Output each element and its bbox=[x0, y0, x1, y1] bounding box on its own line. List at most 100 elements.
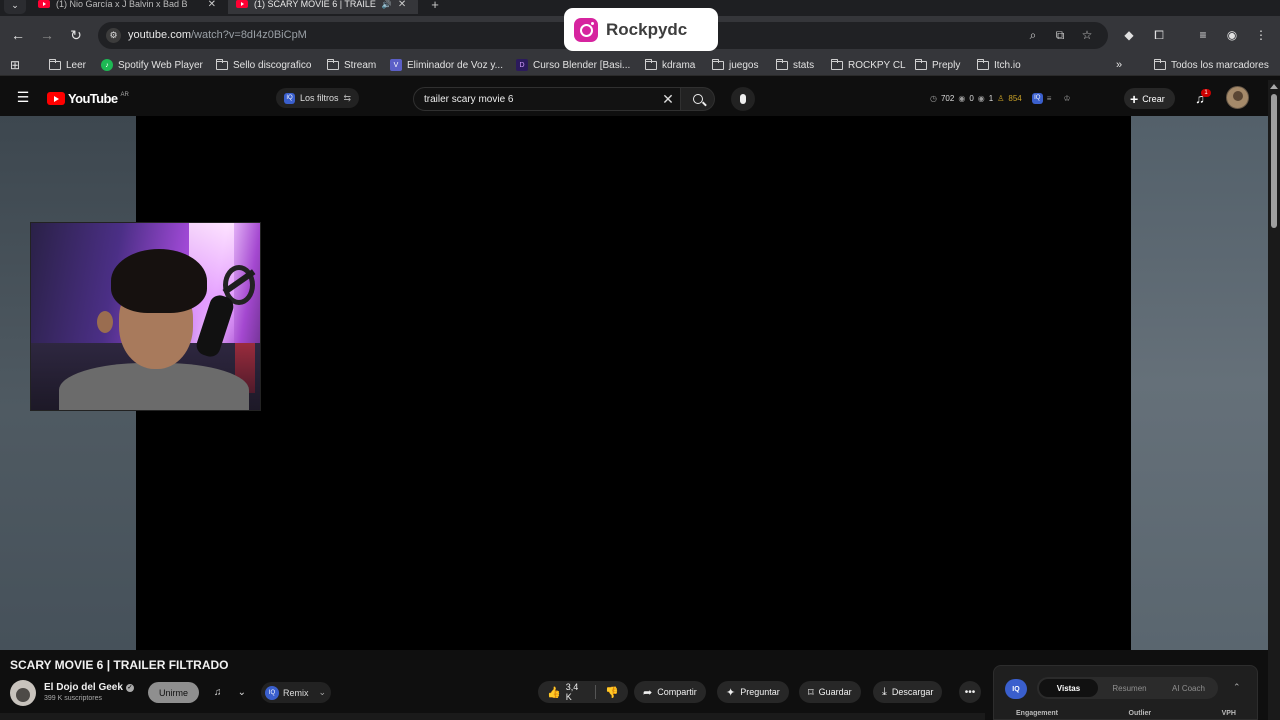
bookmark-sello[interactable]: Sello discografico bbox=[216, 58, 311, 72]
account-avatar[interactable] bbox=[1226, 86, 1249, 109]
chevron-up-icon[interactable]: ⌃ bbox=[1233, 682, 1241, 693]
iq-icon[interactable]: IQ bbox=[1031, 92, 1043, 104]
remix-button[interactable]: IQ Remix ⌄ bbox=[261, 682, 331, 703]
iq-tab-vistas[interactable]: Vistas bbox=[1039, 679, 1098, 697]
bookmarks-bar: ⊞ Leer ♪ Spotify Web Player Sello discogr… bbox=[0, 54, 1280, 76]
bookmark-kdrama[interactable]: kdrama bbox=[645, 58, 695, 72]
chevron-down-icon: ⌄ bbox=[318, 687, 327, 697]
trophy-icon[interactable]: ♔ bbox=[1063, 94, 1070, 103]
more-bookmarks-icon[interactable]: » bbox=[1116, 58, 1122, 72]
folder-icon bbox=[977, 58, 989, 70]
page-scrollbar[interactable] bbox=[1268, 80, 1280, 720]
bookmark-eliminador[interactable]: V Eliminador de Voz y... bbox=[390, 58, 503, 72]
save-button[interactable]: ⌑ Guardar bbox=[799, 681, 861, 703]
bookmark-blender[interactable]: D Curso Blender [Basi... bbox=[516, 58, 630, 72]
list-icon[interactable]: ≡ bbox=[1047, 94, 1052, 103]
streamer-hair bbox=[111, 249, 207, 313]
tab-scary-movie[interactable]: (1) SCARY MOVIE 6 | TRAILE 🔊 ✕ bbox=[228, 0, 418, 14]
bookmark-juegos[interactable]: juegos bbox=[712, 58, 758, 72]
youtube-favicon-icon bbox=[38, 0, 50, 8]
iq-icon: IQ bbox=[265, 685, 279, 700]
bookmark-itchio[interactable]: Itch.io bbox=[977, 58, 1021, 72]
zoom-search-icon[interactable]: ⌕ bbox=[1024, 26, 1042, 44]
bookmark-star-icon[interactable]: ☆ bbox=[1078, 26, 1096, 44]
create-button[interactable]: + Crear bbox=[1124, 88, 1175, 109]
channel-avatar[interactable] bbox=[10, 680, 36, 706]
spotify-icon: ♪ bbox=[101, 59, 113, 71]
streamer-ear bbox=[97, 311, 113, 333]
close-tab-icon[interactable]: ✕ bbox=[398, 0, 406, 10]
tab-nio-garcia[interactable]: (1) Nio García x J Balvin x Bad B ✕ bbox=[30, 0, 226, 14]
iq-tab-ai-coach[interactable]: AI Coach bbox=[1159, 677, 1218, 699]
browser-menu-icon[interactable]: ⋮ bbox=[1251, 25, 1271, 45]
instagram-handle: Rockpydc bbox=[606, 19, 688, 39]
youtube-play-icon bbox=[47, 92, 65, 105]
join-button[interactable]: Unirme bbox=[148, 682, 199, 703]
apps-grid-icon[interactable]: ⊞ bbox=[10, 58, 20, 72]
folder-icon bbox=[915, 58, 927, 70]
iq-logo: IQ bbox=[1005, 679, 1027, 699]
extension-shield-icon[interactable]: ◆ bbox=[1119, 25, 1139, 45]
search-button[interactable] bbox=[681, 87, 715, 111]
eye-icon: ◉ bbox=[977, 93, 985, 103]
new-tab-icon[interactable]: + bbox=[426, 0, 444, 12]
ask-button[interactable]: ✦ Preguntar bbox=[717, 681, 789, 703]
channel-name[interactable]: El Dojo del Geek ✓ bbox=[44, 682, 134, 693]
bell-icon: ♫ bbox=[214, 687, 222, 698]
share-button[interactable]: ➦ Compartir bbox=[634, 681, 706, 703]
bookmark-leer[interactable]: Leer bbox=[49, 58, 86, 72]
clear-search-icon[interactable]: ✕ bbox=[660, 91, 676, 107]
eye-icon: ◉ bbox=[958, 93, 966, 103]
subscriber-count: 399 K suscriptores bbox=[44, 695, 102, 702]
bookmark-spotify[interactable]: ♪ Spotify Web Player bbox=[101, 58, 203, 72]
url-text[interactable]: youtube.com/watch?v=8dI4z0BiCpM bbox=[128, 29, 307, 41]
ambient-glow-right bbox=[1131, 116, 1268, 650]
share-arrow-icon: ➦ bbox=[643, 686, 653, 699]
microphone-icon bbox=[740, 94, 746, 104]
voice-search-button[interactable] bbox=[731, 87, 755, 111]
tab-label: (1) Nio García x J Balvin x Bad B bbox=[56, 0, 188, 9]
folder-icon bbox=[645, 58, 657, 70]
thumbs-up-icon: 👍 bbox=[547, 686, 561, 699]
scrollbar-thumb[interactable] bbox=[1271, 94, 1277, 228]
extensions-puzzle-icon[interactable]: ⧠ bbox=[1149, 25, 1169, 45]
audio-playing-icon[interactable]: 🔊 bbox=[382, 0, 392, 9]
close-tab-icon[interactable]: ✕ bbox=[208, 0, 216, 10]
folder-icon bbox=[712, 58, 724, 70]
back-arrow-icon[interactable]: ← bbox=[9, 26, 27, 44]
bookmark-stats[interactable]: stats bbox=[776, 58, 814, 72]
forward-arrow-icon[interactable]: → bbox=[38, 26, 56, 44]
bookmark-stream[interactable]: Stream bbox=[327, 58, 376, 72]
profile-icon[interactable]: ◉ bbox=[1222, 25, 1242, 45]
filters-button[interactable]: IQ Los filtros ⇆ bbox=[276, 88, 360, 108]
reading-list-icon[interactable]: ≡ bbox=[1193, 25, 1213, 45]
scroll-up-arrow-icon[interactable] bbox=[1270, 84, 1278, 89]
install-app-icon[interactable]: ⧉ bbox=[1051, 26, 1069, 44]
dislike-button[interactable]: 👎 bbox=[596, 681, 628, 703]
iq-tab-group: Vistas Resumen AI Coach bbox=[1037, 677, 1218, 699]
download-button[interactable]: ⤓ Descargar bbox=[873, 681, 943, 703]
iq-tab-resumen[interactable]: Resumen bbox=[1100, 677, 1159, 699]
subscription-bell-button[interactable]: ♫ ⌄ bbox=[206, 682, 254, 703]
folder-icon bbox=[49, 58, 61, 70]
menu-hamburger-icon[interactable]: ☰ bbox=[15, 89, 31, 105]
download-icon: ⤓ bbox=[882, 685, 887, 698]
more-actions-icon[interactable]: ••• bbox=[959, 681, 981, 703]
folder-icon bbox=[216, 58, 228, 70]
youtube-logo[interactable]: YouTube AR bbox=[47, 91, 129, 106]
video-player[interactable] bbox=[136, 116, 1131, 650]
like-button[interactable]: 👍 3,4 K bbox=[538, 681, 595, 703]
folder-icon bbox=[327, 58, 339, 70]
search-icon bbox=[692, 94, 703, 104]
user-icon: ♙ bbox=[997, 93, 1005, 103]
site-info-icon[interactable]: ⚙ bbox=[106, 28, 121, 43]
bookmark-preply[interactable]: Preply bbox=[915, 58, 960, 72]
folder-icon bbox=[831, 58, 843, 70]
chevron-down-icon: ⌄ bbox=[237, 687, 246, 698]
sparkle-icon: ✦ bbox=[726, 686, 736, 699]
tab-search-icon[interactable]: ⌄ bbox=[4, 0, 26, 14]
all-bookmarks[interactable]: Todos los marcadores bbox=[1154, 58, 1269, 72]
search-input[interactable]: trailer scary movie 6 ✕ bbox=[413, 87, 681, 111]
reload-icon[interactable]: ↻ bbox=[67, 26, 85, 44]
bookmark-rockpy[interactable]: ROCKPY CL bbox=[831, 58, 906, 72]
